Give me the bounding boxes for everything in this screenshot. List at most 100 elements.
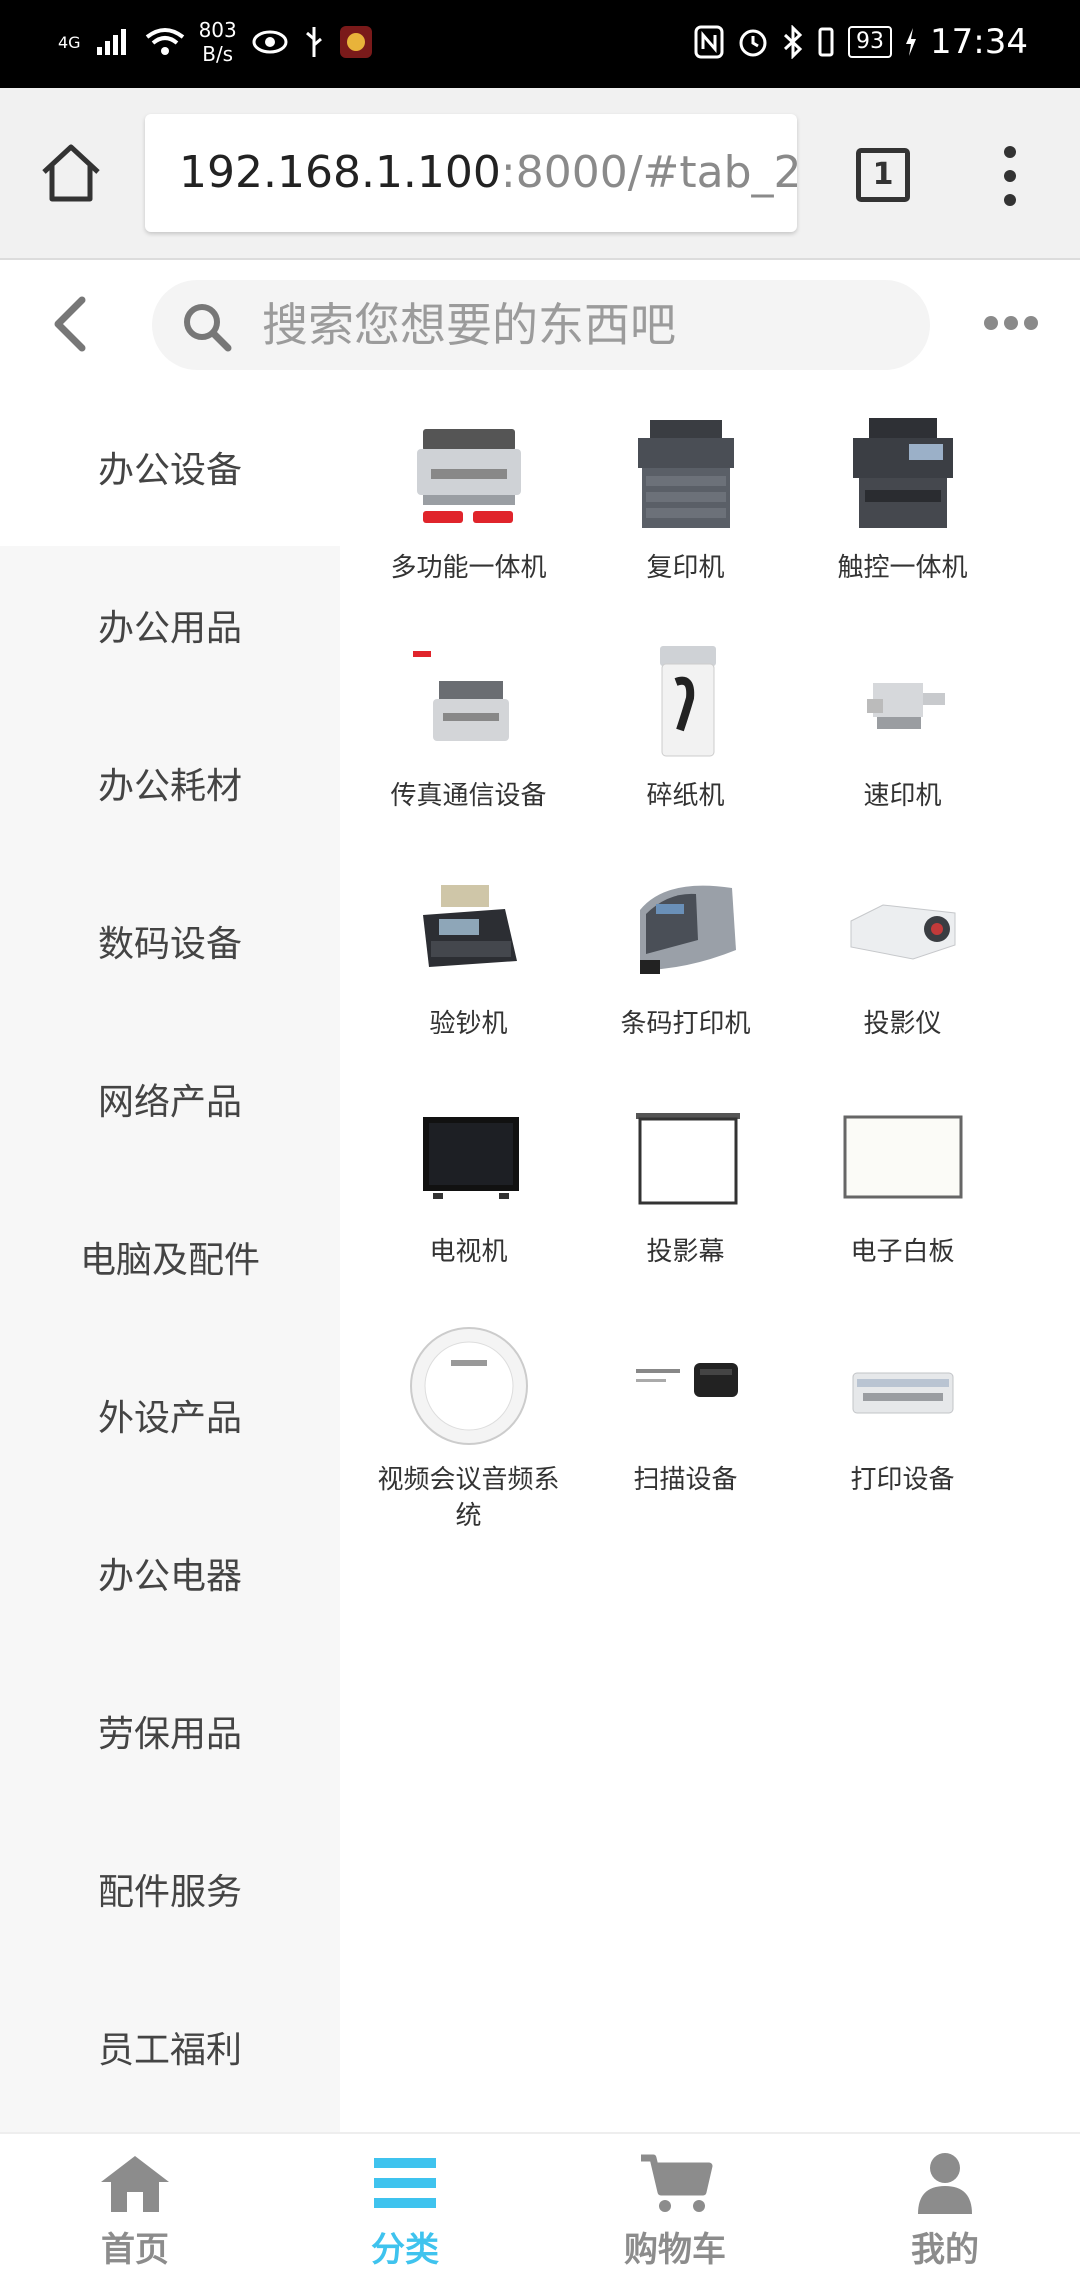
subcategory-label: 视频会议音频系统	[377, 1465, 560, 1531]
subcategory-label: 触控一体机	[837, 553, 968, 583]
category-item-benefits[interactable]: 员工福利	[0, 1968, 340, 2126]
subcategory-mfp[interactable]: 多功能一体机	[360, 400, 577, 628]
subcategory-touch-mfp[interactable]: 触控一体机	[794, 400, 1011, 628]
category-item-digital[interactable]: 数码设备	[0, 862, 340, 1020]
subcategory-label: 电视机	[429, 1237, 508, 1267]
subcategory-label: 电子白板	[850, 1237, 955, 1267]
tab-category[interactable]: 分类	[270, 2134, 540, 2280]
cart-icon	[641, 2154, 713, 2212]
subcategory-tv[interactable]: 电视机	[360, 1084, 577, 1312]
category-label: 外设产品	[97, 1398, 242, 1439]
category-item-peripherals[interactable]: 外设产品	[0, 1336, 340, 1494]
subcategory-label: 复印机	[646, 553, 725, 583]
touch-mfp-icon	[852, 418, 953, 528]
browser-toolbar: 192.168.1.100:8000/#tab_2 1	[0, 88, 1080, 260]
barcode-printer-icon	[639, 885, 736, 974]
tab-cart[interactable]: 购物车	[540, 2134, 810, 2280]
subcategory-projector[interactable]: 投影仪	[794, 856, 1011, 1084]
category-item-safety[interactable]: 劳保用品	[0, 1652, 340, 1810]
subcategory-duplicator[interactable]: 速印机	[794, 628, 1011, 856]
url-host: 192.168.1.100	[179, 147, 501, 198]
alarm-icon	[739, 29, 767, 57]
network-label: 4G	[58, 32, 81, 52]
category-label: 数码设备	[97, 924, 242, 965]
more-options-icon[interactable]	[984, 316, 1038, 330]
tab-switcher-button[interactable]: 1	[856, 148, 910, 202]
wifi-icon	[145, 28, 184, 55]
subcategory-scanner[interactable]: 扫描设备	[577, 1312, 794, 1540]
subcategory-label: 扫描设备	[633, 1465, 738, 1495]
subcategory-label: 速印机	[863, 781, 942, 811]
category-item-office-supplies[interactable]: 办公用品	[0, 546, 340, 704]
category-label: 办公耗材	[97, 766, 242, 807]
shredder-icon	[659, 646, 716, 757]
network-speed: 803 B/s	[199, 18, 237, 66]
subcategory-shredder[interactable]: 碎纸机	[577, 628, 794, 856]
subcategory-money-counter[interactable]: 验钞机	[360, 856, 577, 1084]
subcategory-barcode-printer[interactable]: 条码打印机	[577, 856, 794, 1084]
subcategory-printing-equipment[interactable]: 打印设备	[794, 1312, 1011, 1540]
search-icon	[184, 304, 232, 352]
mfp-printer-icon	[416, 429, 521, 523]
signal-icon	[96, 29, 126, 55]
bluetooth-icon	[783, 25, 803, 59]
subcategory-copier[interactable]: 复印机	[577, 400, 794, 628]
back-icon[interactable]	[42, 292, 102, 356]
speed-unit: B/s	[202, 42, 234, 66]
dot-matrix-printer-icon	[852, 1372, 953, 1414]
subcategory-projection-screen[interactable]: 投影幕	[577, 1084, 794, 1312]
category-item-appliances[interactable]: 办公电器	[0, 1494, 340, 1652]
conference-speaker-icon	[409, 1327, 528, 1445]
tab-label: 分类	[371, 2230, 439, 2270]
subcategory-label: 投影仪	[863, 1009, 942, 1039]
tab-home[interactable]: 首页	[0, 2134, 270, 2280]
category-label: 电脑及配件	[79, 1240, 260, 1281]
category-item-office-equipment[interactable]: 办公设备	[0, 388, 340, 546]
tab-mine[interactable]: 我的	[810, 2134, 1080, 2280]
bottom-tab-bar: 首页 分类 购物车 我的	[0, 2132, 1080, 2280]
category-item-parts-service[interactable]: 配件服务	[0, 1810, 340, 1968]
status-bar: 4G 803 B/s 93 17:34	[0, 0, 1080, 88]
subcategory-label: 条码打印机	[620, 1009, 751, 1039]
category-item-network[interactable]: 网络产品	[0, 1020, 340, 1178]
subcategory-label: 传真通信设备	[390, 781, 547, 811]
charging-icon	[906, 28, 917, 56]
category-label: 办公电器	[97, 1556, 242, 1597]
eye-icon	[252, 30, 288, 54]
usb-icon	[305, 27, 322, 57]
subcategory-fax[interactable]: 传真通信设备	[360, 628, 577, 856]
subcategory-label: 验钞机	[429, 1009, 508, 1039]
category-item-computers[interactable]: 电脑及配件	[0, 1178, 340, 1336]
fax-icon	[412, 651, 509, 741]
projection-screen-icon	[635, 1113, 740, 1205]
vibrate-icon	[818, 27, 834, 57]
subcategory-label: 打印设备	[850, 1465, 955, 1495]
clock: 17:34	[930, 22, 1028, 62]
url-path: :8000/#tab_2	[500, 147, 797, 198]
subcategory-label: 投影幕	[646, 1237, 725, 1267]
user-icon	[918, 2153, 972, 2214]
search-header: 搜索您想要的东西吧	[0, 262, 1080, 388]
home-icon	[101, 2156, 169, 2212]
category-label: 配件服务	[97, 1872, 242, 1913]
browser-menu-icon[interactable]	[998, 146, 1022, 206]
whiteboard-icon	[843, 1115, 962, 1199]
address-bar[interactable]: 192.168.1.100:8000/#tab_2	[145, 114, 797, 232]
copier-icon	[637, 420, 734, 528]
category-label: 办公用品	[97, 608, 242, 649]
search-input[interactable]: 搜索您想要的东西吧	[152, 280, 930, 370]
subcategory-grid: 多功能一体机 复印机 触控一体机 传真通信设备 碎纸机 速印机 验钞机 条码打印…	[360, 400, 1080, 1540]
nfc-icon	[694, 25, 724, 59]
scanner-icon	[635, 1363, 738, 1397]
browser-home-icon[interactable]	[38, 140, 104, 206]
category-icon	[374, 2158, 436, 2208]
category-item-consumables[interactable]: 办公耗材	[0, 704, 340, 862]
category-label: 网络产品	[97, 1082, 242, 1123]
app-badge-icon	[339, 26, 372, 58]
subcategory-label: 碎纸机	[646, 781, 725, 811]
category-label: 办公设备	[97, 450, 242, 491]
subcategory-whiteboard[interactable]: 电子白板	[794, 1084, 1011, 1312]
battery-level: 93	[848, 26, 893, 58]
subcategory-conference-audio[interactable]: 视频会议音频系统	[360, 1312, 577, 1540]
tab-label: 我的	[911, 2230, 979, 2270]
